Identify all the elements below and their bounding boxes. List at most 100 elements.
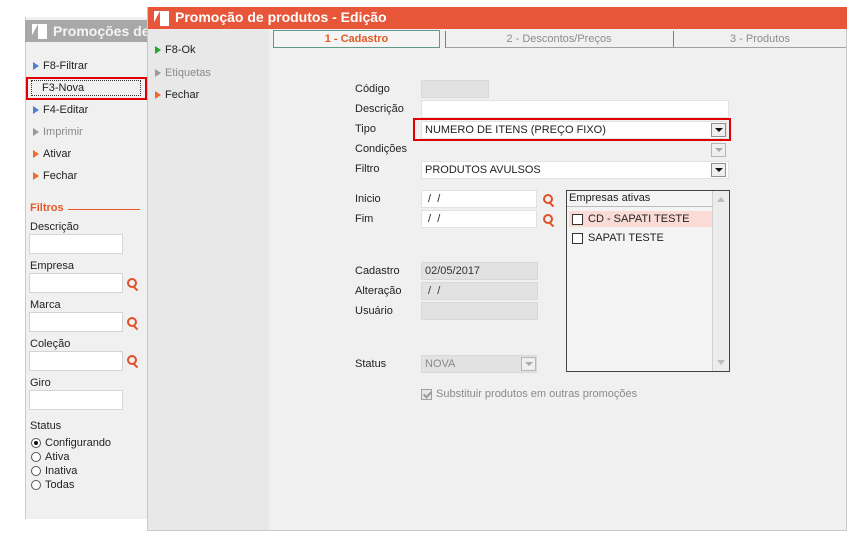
usuario-field: [421, 302, 538, 320]
checkbox[interactable]: [572, 213, 583, 225]
condicoes-select[interactable]: [421, 141, 711, 159]
fechar-button[interactable]: Fechar: [33, 168, 77, 184]
empresas-ativas-header: Empresas ativas: [567, 191, 712, 207]
menu-label: F8-Ok: [165, 44, 196, 56]
codigo-field: [421, 80, 489, 98]
filtro-label: Filtro: [355, 163, 380, 175]
scroll-down-icon[interactable]: [717, 360, 725, 365]
status-radio-configurando[interactable]: Configurando: [31, 436, 111, 450]
search-icon[interactable]: [127, 278, 139, 290]
filtro-select[interactable]: PRODUTOS AVULSOS: [421, 161, 729, 179]
menu-label: Fechar: [43, 170, 78, 182]
fechar-edit-button[interactable]: Fechar: [155, 87, 199, 103]
background-window-titlebar: Promoções de produtos: [25, 20, 150, 42]
search-icon[interactable]: [543, 194, 555, 206]
descricao-filter-label: Descrição: [30, 221, 79, 233]
radio-indicator: [31, 466, 41, 476]
highlight-box: [413, 118, 731, 141]
chevron-down-icon[interactable]: [711, 143, 726, 157]
chevron-down-icon: [521, 357, 536, 371]
list-item-label: CD - SAPATI TESTE: [588, 213, 690, 225]
tipo-label: Tipo: [355, 123, 376, 135]
f3-nova-button[interactable]: F3-Nova: [42, 80, 84, 96]
tab-cadastro[interactable]: 1 - Cadastro: [273, 30, 440, 48]
usuario-label: Usuário: [355, 305, 393, 317]
edit-window-titlebar[interactable]: Promoção de produtos - Edição: [148, 7, 847, 29]
status-radio-todas[interactable]: Todas: [31, 478, 74, 492]
menu-label: Imprimir: [43, 126, 83, 138]
status-radio-ativa[interactable]: Ativa: [31, 450, 69, 464]
green-triangle-icon: [155, 46, 161, 54]
colecao-filter-input[interactable]: [29, 351, 123, 371]
menu-label: F8-Filtrar: [43, 60, 88, 72]
list-item-label: SAPATI TESTE: [588, 232, 664, 244]
radio-label: Ativa: [45, 451, 70, 463]
search-icon[interactable]: [543, 214, 555, 226]
radio-label: Inativa: [45, 465, 78, 477]
tab-descontos-precos[interactable]: 2 - Descontos/Preços: [446, 30, 672, 48]
descricao-label: Descrição: [355, 103, 404, 115]
radio-label: Todas: [45, 479, 75, 491]
tab-label: 1 - Cadastro: [324, 33, 389, 45]
background-window-title: Promoções de produtos: [53, 23, 150, 39]
tab-baseline: [446, 47, 846, 48]
marca-filter-input[interactable]: [29, 312, 123, 332]
checkbox[interactable]: [572, 232, 583, 244]
radio-label: Configurando: [45, 437, 112, 449]
inicio-date-input[interactable]: / /: [421, 190, 537, 208]
f8-filtrar-button[interactable]: F8-Filtrar: [33, 58, 88, 74]
fim-date-input[interactable]: / /: [421, 210, 537, 228]
status-filter-label: Status: [30, 420, 62, 432]
ativar-button[interactable]: Ativar: [33, 146, 71, 162]
menu-label: F3-Nova: [42, 82, 85, 94]
blue-triangle-icon: [33, 106, 39, 114]
orange-triangle-icon: [155, 91, 161, 99]
status-label: Status: [355, 358, 387, 370]
empresa-filter-input[interactable]: [29, 273, 123, 293]
empresa-filter-label: Empresa: [30, 260, 75, 272]
status-select: NOVA: [421, 355, 537, 373]
menu-label: F4-Editar: [43, 104, 89, 116]
list-item[interactable]: CD - SAPATI TESTE: [569, 211, 714, 227]
checkbox[interactable]: [421, 388, 432, 400]
cadastro-label: Cadastro: [355, 265, 400, 277]
descricao-filter-input[interactable]: [29, 234, 123, 254]
f4-editar-button[interactable]: F4-Editar: [33, 102, 88, 118]
radio-indicator: [31, 480, 41, 490]
giro-filter-input[interactable]: [29, 390, 123, 410]
gray-triangle-icon: [155, 69, 161, 77]
imprimir-button[interactable]: Imprimir: [33, 124, 83, 140]
fim-label: Fim: [355, 213, 374, 225]
orange-triangle-icon: [33, 150, 39, 158]
tab-produtos[interactable]: 3 - Produtos: [674, 30, 846, 48]
f8-ok-button[interactable]: F8-Ok: [155, 42, 196, 58]
descricao-input[interactable]: [421, 100, 729, 118]
app-logo-icon: [32, 24, 47, 39]
filtros-section-title: Filtros: [30, 202, 64, 214]
marca-filter-label: Marca: [30, 299, 61, 311]
menu-label: Ativar: [43, 148, 72, 160]
section-divider: [68, 209, 140, 210]
blue-triangle-icon: [33, 62, 39, 70]
edit-left-panel: [148, 29, 269, 530]
search-icon[interactable]: [127, 355, 139, 367]
substituir-checkbox[interactable]: Substituir produtos em outras promoções: [421, 388, 637, 400]
scroll-up-icon[interactable]: [717, 197, 725, 202]
vertical-scrollbar[interactable]: [712, 191, 729, 371]
codigo-label: Código: [355, 83, 390, 95]
colecao-filter-label: Coleção: [30, 338, 71, 350]
chevron-down-icon[interactable]: [711, 163, 726, 177]
menu-label: Etiquetas: [165, 67, 211, 79]
status-radio-inativa[interactable]: Inativa: [31, 464, 77, 478]
etiquetas-button[interactable]: Etiquetas: [155, 65, 211, 81]
radio-indicator: [31, 452, 41, 462]
edit-window-title: Promoção de produtos - Edição: [175, 9, 387, 25]
inicio-label: Inicio: [355, 193, 381, 205]
tab-label: 2 - Descontos/Preços: [506, 33, 612, 45]
giro-filter-label: Giro: [30, 377, 51, 389]
orange-triangle-icon: [33, 172, 39, 180]
search-icon[interactable]: [127, 317, 139, 329]
list-item[interactable]: SAPATI TESTE: [569, 230, 714, 246]
condicoes-label: Condições: [355, 143, 407, 155]
alteracao-label: Alteração: [355, 285, 402, 297]
